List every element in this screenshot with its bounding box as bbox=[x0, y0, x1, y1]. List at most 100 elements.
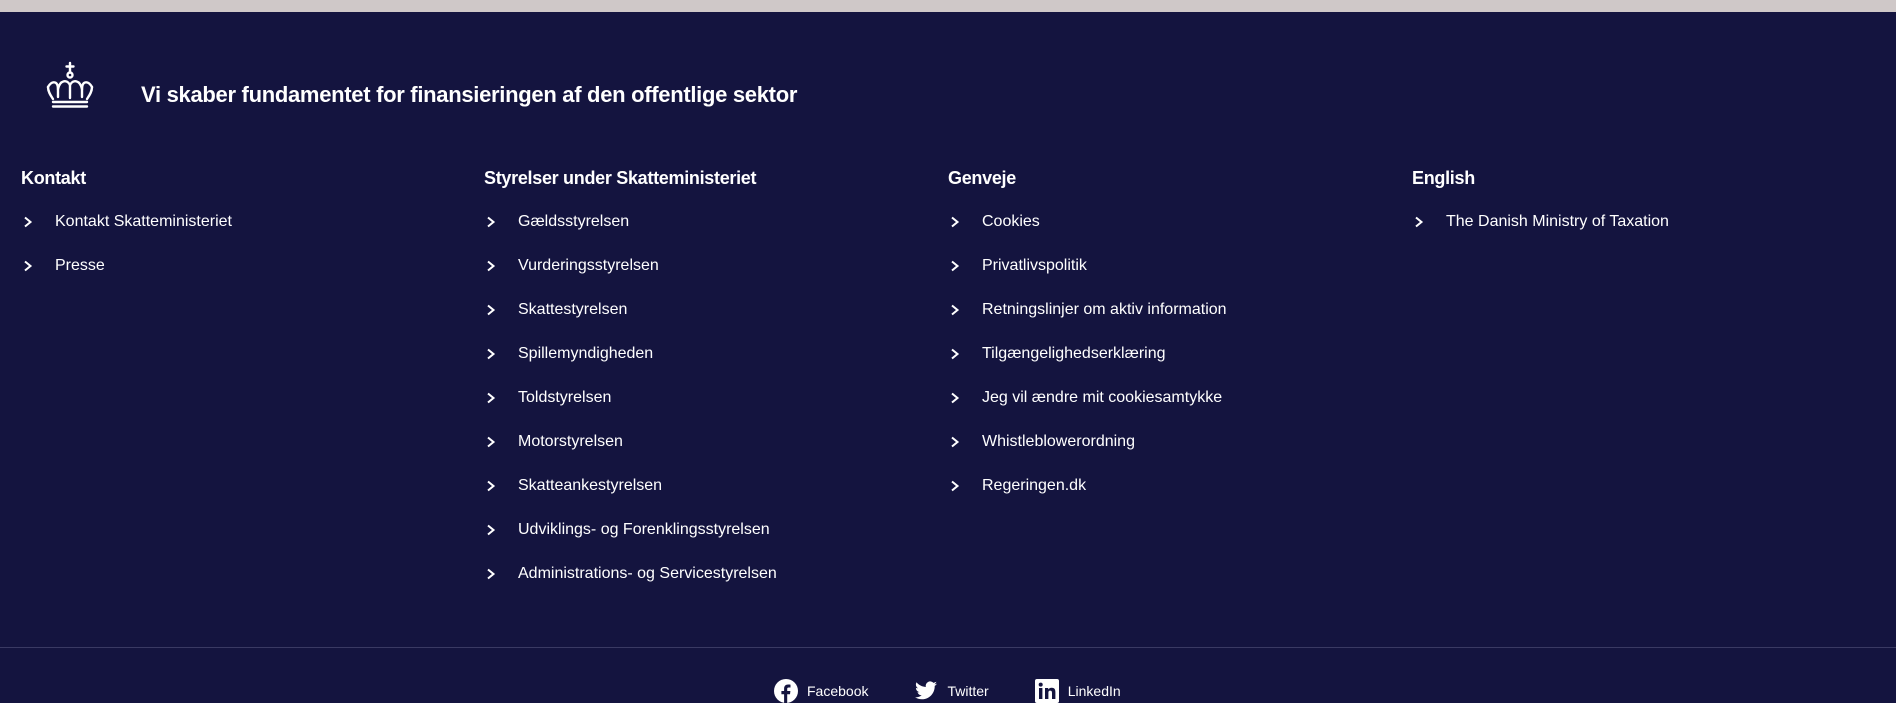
link-label: Gældsstyrelsen bbox=[518, 213, 630, 230]
footer-tagline: Vi skaber fundamentet for finansieringen… bbox=[141, 82, 798, 107]
footer-link[interactable]: Spillemyndigheden bbox=[484, 344, 653, 364]
chevron-right-icon bbox=[487, 216, 496, 228]
facebook-link[interactable]: Facebook bbox=[774, 679, 868, 703]
footer-link[interactable]: The Danish Ministry of Taxation bbox=[1412, 212, 1669, 232]
twitter-link[interactable]: Twitter bbox=[914, 679, 989, 703]
footer-link[interactable]: Administrations- og Servicestyrelsen bbox=[484, 564, 777, 584]
list-item: Jeg vil ændre mit cookiesamtykke bbox=[948, 388, 1388, 432]
footer-link[interactable]: Skatteankestyrelsen bbox=[484, 476, 662, 496]
footer-link[interactable]: Presse bbox=[21, 256, 105, 276]
social-links: Facebook Twitter LinkedIn bbox=[774, 679, 1167, 703]
chevron-right-icon bbox=[951, 304, 960, 316]
list-item: Privatlivspolitik bbox=[948, 256, 1388, 300]
link-list: Cookies Privatlivspolitik Retningslinjer… bbox=[948, 212, 1388, 520]
link-label: Regeringen.dk bbox=[982, 477, 1087, 494]
chevron-right-icon bbox=[487, 348, 496, 360]
royal-crown-icon bbox=[46, 61, 94, 108]
list-item: Toldstyrelsen bbox=[484, 388, 924, 432]
footer-divider bbox=[0, 647, 1896, 648]
list-item: Skatteankestyrelsen bbox=[484, 476, 924, 520]
chevron-right-icon bbox=[487, 436, 496, 448]
link-label: Tilgængelighedserklæring bbox=[982, 345, 1166, 362]
browser-top-strip bbox=[0, 0, 1896, 12]
footer-link[interactable]: Whistleblowerordning bbox=[948, 432, 1135, 452]
link-label: Skattestyrelsen bbox=[518, 301, 628, 318]
list-item: Cookies bbox=[948, 212, 1388, 256]
list-item: Administrations- og Servicestyrelsen bbox=[484, 564, 924, 608]
list-item: Presse bbox=[21, 256, 461, 300]
footer-link[interactable]: Tilgængelighedserklæring bbox=[948, 344, 1166, 364]
chevron-right-icon bbox=[487, 260, 496, 272]
footer-column-genveje: Genveje Cookies Privatlivspolitik Retnin… bbox=[948, 167, 1388, 520]
link-label: Kontakt Skatteministeriet bbox=[55, 213, 232, 230]
link-label: Jeg vil ændre mit cookiesamtykke bbox=[982, 389, 1223, 406]
chevron-right-icon bbox=[24, 260, 33, 272]
link-label: Udviklings- og Forenklingsstyrelsen bbox=[518, 521, 770, 538]
chevron-right-icon bbox=[487, 392, 496, 404]
footer-link[interactable]: Motorstyrelsen bbox=[484, 432, 623, 452]
chevron-right-icon bbox=[24, 216, 33, 228]
link-label: Retningslinjer om aktiv information bbox=[982, 301, 1227, 318]
link-list: The Danish Ministry of Taxation bbox=[1412, 212, 1852, 256]
chevron-right-icon bbox=[487, 304, 496, 316]
footer-column-kontakt: Kontakt Kontakt Skatteministeriet Presse bbox=[21, 167, 461, 300]
link-label: Skatteankestyrelsen bbox=[518, 477, 663, 494]
link-label: Toldstyrelsen bbox=[518, 389, 612, 406]
link-list: Kontakt Skatteministeriet Presse bbox=[21, 212, 461, 300]
link-label: The Danish Ministry of Taxation bbox=[1446, 213, 1669, 230]
footer-link[interactable]: Jeg vil ændre mit cookiesamtykke bbox=[948, 388, 1222, 408]
chevron-right-icon bbox=[1415, 216, 1424, 228]
column-heading: English bbox=[1412, 168, 1475, 188]
link-label: Privatlivspolitik bbox=[982, 257, 1087, 274]
chevron-right-icon bbox=[487, 568, 496, 580]
footer-link[interactable]: Udviklings- og Forenklingsstyrelsen bbox=[484, 520, 770, 540]
column-heading: Styrelser under Skatteministeriet bbox=[484, 168, 757, 188]
footer-link[interactable]: Privatlivspolitik bbox=[948, 256, 1087, 276]
link-label: Motorstyrelsen bbox=[518, 433, 623, 450]
column-heading: Genveje bbox=[948, 168, 1016, 188]
chevron-right-icon bbox=[951, 216, 960, 228]
twitter-icon bbox=[915, 681, 938, 700]
list-item: Motorstyrelsen bbox=[484, 432, 924, 476]
link-label: Whistleblowerordning bbox=[982, 433, 1135, 450]
footer-link[interactable]: Cookies bbox=[948, 212, 1040, 232]
chevron-right-icon bbox=[951, 260, 960, 272]
chevron-right-icon bbox=[487, 524, 496, 536]
list-item: Retningslinjer om aktiv information bbox=[948, 300, 1388, 344]
chevron-right-icon bbox=[951, 348, 960, 360]
linkedin-link[interactable]: LinkedIn bbox=[1034, 679, 1121, 703]
list-item: Vurderingsstyrelsen bbox=[484, 256, 924, 300]
footer-link[interactable]: Gældsstyrelsen bbox=[484, 212, 629, 232]
chevron-right-icon bbox=[951, 392, 960, 404]
list-item: Tilgængelighedserklæring bbox=[948, 344, 1388, 388]
footer-column-english: English The Danish Ministry of Taxation bbox=[1412, 167, 1852, 256]
link-list: Gældsstyrelsen Vurderingsstyrelsen Skatt… bbox=[484, 212, 924, 608]
footer-link[interactable]: Skattestyrelsen bbox=[484, 300, 627, 320]
footer-column-styrelser: Styrelser under Skatteministeriet Gældss… bbox=[484, 167, 924, 608]
site-footer: Vi skaber fundamentet for finansieringen… bbox=[0, 12, 1896, 703]
footer-link[interactable]: Retningslinjer om aktiv information bbox=[948, 300, 1227, 320]
link-label: Vurderingsstyrelsen bbox=[518, 257, 659, 274]
footer-link[interactable]: Kontakt Skatteministeriet bbox=[21, 212, 232, 232]
link-label: Spillemyndigheden bbox=[518, 345, 654, 362]
list-item: Regeringen.dk bbox=[948, 476, 1388, 520]
list-item: Kontakt Skatteministeriet bbox=[21, 212, 461, 256]
footer-link[interactable]: Toldstyrelsen bbox=[484, 388, 611, 408]
link-label: Cookies bbox=[982, 213, 1040, 230]
list-item: The Danish Ministry of Taxation bbox=[1412, 212, 1852, 256]
list-item: Skattestyrelsen bbox=[484, 300, 924, 344]
list-item: Spillemyndigheden bbox=[484, 344, 924, 388]
link-label: Administrations- og Servicestyrelsen bbox=[518, 565, 777, 582]
list-item: Whistleblowerordning bbox=[948, 432, 1388, 476]
column-heading: Kontakt bbox=[21, 168, 86, 188]
chevron-right-icon bbox=[487, 480, 496, 492]
footer-link[interactable]: Regeringen.dk bbox=[948, 476, 1086, 496]
chevron-right-icon bbox=[951, 436, 960, 448]
footer-link[interactable]: Vurderingsstyrelsen bbox=[484, 256, 659, 276]
list-item: Udviklings- og Forenklingsstyrelsen bbox=[484, 520, 924, 564]
list-item: Gældsstyrelsen bbox=[484, 212, 924, 256]
link-label: Presse bbox=[55, 257, 105, 274]
ministry-logo[interactable] bbox=[42, 60, 98, 118]
facebook-icon bbox=[774, 679, 798, 703]
linkedin-icon bbox=[1034, 679, 1059, 703]
